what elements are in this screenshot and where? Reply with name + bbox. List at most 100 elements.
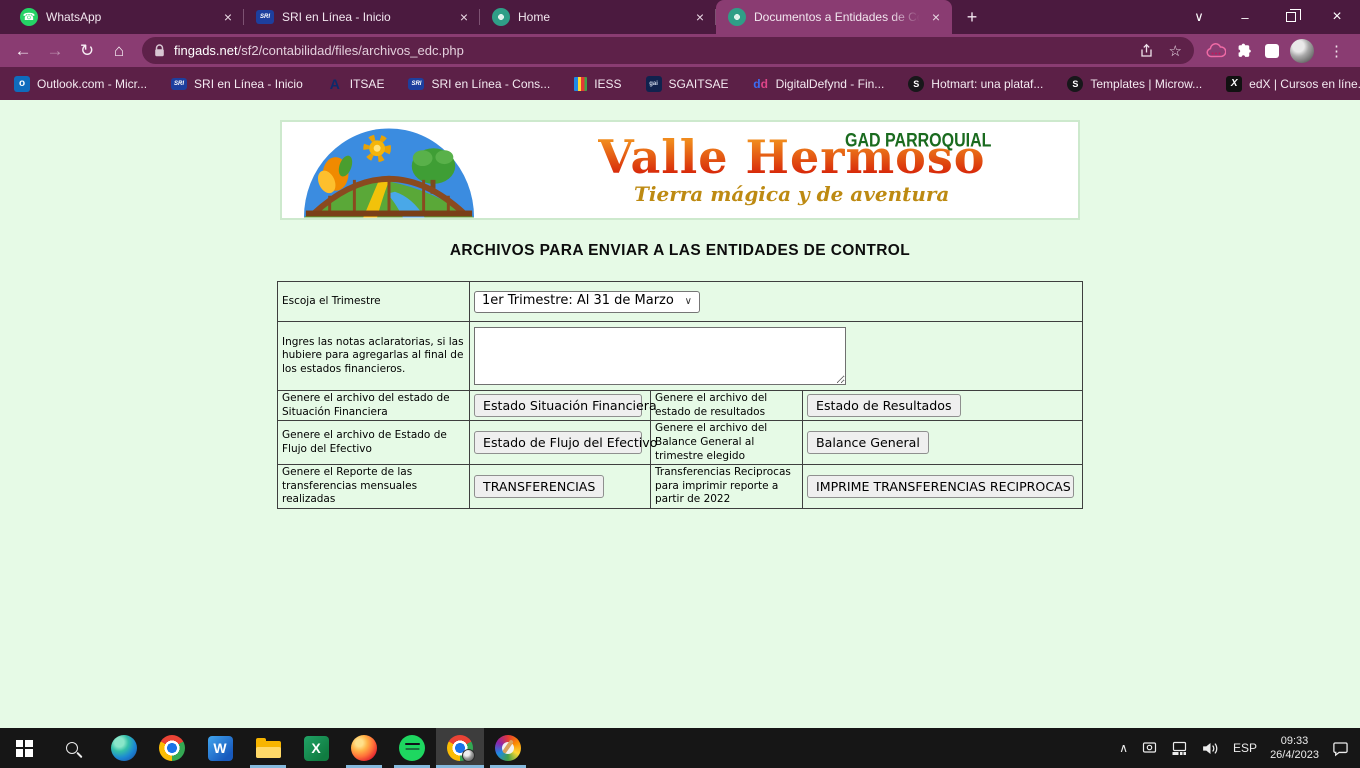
chevron-down-icon: ∨: [685, 295, 692, 308]
firefox-icon: [351, 735, 377, 761]
bookmarks-bar: oOutlook.com - Micr... SRI SRI en Línea -…: [0, 67, 1360, 100]
volume-icon[interactable]: [1201, 741, 1220, 756]
side-panel-icon[interactable]: [1265, 44, 1279, 58]
tab-close-icon[interactable]: ×: [928, 9, 944, 25]
estado-situacion-financiera-button[interactable]: Estado Situación Financiera: [474, 394, 642, 417]
action-center-icon[interactable]: [1332, 740, 1350, 757]
trimester-label: Escoja el Trimestre: [278, 282, 470, 322]
bookmark-label: SRI en Línea - Inicio: [194, 77, 303, 91]
templates-icon: S: [1067, 76, 1083, 92]
valle-hermoso-logo: [300, 122, 478, 218]
extension-cloud-icon[interactable]: [1206, 43, 1226, 58]
tab-sri-inicio[interactable]: SRI SRI en Línea - Inicio ×: [244, 0, 480, 34]
imprime-transferencias-reciprocas-button[interactable]: IMPRIME TRANSFERENCIAS RECIPROCAS: [807, 475, 1074, 498]
bookmark-hotmart[interactable]: SHotmart: una plataf...: [908, 76, 1043, 92]
fingads-favicon-icon: [492, 8, 510, 26]
estado-de-resultados-button[interactable]: Estado de Resultados: [807, 394, 961, 417]
address-bar[interactable]: fingads.net/sf2/contabilidad/files/archi…: [142, 37, 1194, 64]
balance-general-button[interactable]: Balance General: [807, 431, 929, 454]
url-text[interactable]: fingads.net/sf2/contabilidad/files/archi…: [174, 43, 1129, 58]
bookmark-itsae[interactable]: AITSAE: [327, 76, 385, 92]
estado-flujo-efectivo-button[interactable]: Estado de Flujo del Efectivo: [474, 431, 642, 454]
itsae-icon: A: [327, 76, 343, 92]
reload-button[interactable]: ↻: [72, 37, 102, 65]
edge-icon: [111, 735, 137, 761]
taskbar-explorer-button[interactable]: [244, 728, 292, 768]
bookmark-outlook[interactable]: oOutlook.com - Micr...: [14, 76, 147, 92]
url-domain: fingads.net: [174, 43, 238, 58]
taskbar-chrome-active-button[interactable]: [436, 728, 484, 768]
new-tab-button[interactable]: +: [958, 3, 986, 31]
notes-textarea[interactable]: [474, 327, 846, 385]
tab-home[interactable]: Home ×: [480, 0, 716, 34]
taskbar-paint-button[interactable]: [484, 728, 532, 768]
taskbar-spotify-button[interactable]: [388, 728, 436, 768]
notes-label: Ingres las notas aclaratorias, si las hu…: [278, 322, 470, 391]
bookmark-templates[interactable]: S Templates | Microw...: [1067, 76, 1202, 92]
tab-title: WhatsApp: [46, 10, 212, 24]
system-tray: ∧ ESP 09:33 26/4/2023: [1119, 734, 1360, 763]
taskbar-excel-button[interactable]: X: [292, 728, 340, 768]
extensions-area: ⋮: [1202, 39, 1352, 63]
taskbar-clock[interactable]: 09:33 26/4/2023: [1270, 734, 1319, 763]
tab-whatsapp[interactable]: ☎ WhatsApp ×: [8, 0, 244, 34]
bookmark-iess[interactable]: IESS: [574, 77, 621, 91]
transferencias-button[interactable]: TRANSFERENCIAS: [474, 475, 604, 498]
tab-title: Documentos a Entidades de Cont: [754, 10, 920, 24]
row-label: Genere el archivo de Estado de Flujo del…: [278, 421, 470, 465]
bookmark-digitaldefynd[interactable]: ddDigitalDefynd - Fin...: [753, 76, 885, 92]
network-icon[interactable]: [1171, 740, 1188, 756]
sri-icon: SRI: [171, 78, 187, 90]
profile-avatar[interactable]: [1290, 39, 1314, 63]
taskbar-edge-button[interactable]: [100, 728, 148, 768]
screen-cast-icon[interactable]: [1141, 740, 1158, 756]
browser-tab-strip: ☎ WhatsApp × SRI SRI en Línea - Inicio ×…: [0, 0, 1360, 34]
row-label: Genere el archivo del estado de resultad…: [651, 391, 803, 421]
back-button[interactable]: ←: [8, 37, 38, 65]
start-button[interactable]: [0, 728, 48, 768]
row-label: Genere el archivo del estado de Situació…: [278, 391, 470, 421]
restore-button[interactable]: [1268, 0, 1314, 34]
tab-close-icon[interactable]: ×: [456, 9, 472, 25]
bookmark-label: Templates | Microw...: [1090, 77, 1202, 91]
taskbar-word-button[interactable]: W: [196, 728, 244, 768]
language-indicator[interactable]: ESP: [1233, 741, 1257, 755]
bookmark-edx[interactable]: XedX | Cursos en líne...: [1226, 76, 1360, 92]
tab-search-chevron-icon[interactable]: ∨: [1176, 0, 1222, 34]
tab-documentos-active[interactable]: Documentos a Entidades de Cont ×: [716, 0, 952, 34]
bookmark-label: SRI en Línea - Cons...: [431, 77, 550, 91]
excel-icon: X: [304, 736, 329, 761]
row-label: Transferencias Reciprocas para imprimir …: [651, 465, 803, 509]
table-row: Genere el Reporte de las transferencias …: [278, 465, 1083, 509]
minimize-button[interactable]: –: [1222, 0, 1268, 34]
taskbar-chrome-pinned-button[interactable]: [148, 728, 196, 768]
table-row: Genere el archivo del estado de Situació…: [278, 391, 1083, 421]
bookmark-star-icon[interactable]: ☆: [1169, 42, 1182, 60]
browser-menu-icon[interactable]: ⋮: [1325, 42, 1348, 60]
forward-button[interactable]: →: [40, 37, 70, 65]
bookmark-sri-inicio[interactable]: SRI SRI en Línea - Inicio: [171, 77, 303, 91]
tab-close-icon[interactable]: ×: [220, 9, 236, 25]
tab-title: SRI en Línea - Inicio: [282, 10, 448, 24]
tray-expand-icon[interactable]: ∧: [1119, 741, 1128, 755]
bookmark-label: SGAITSAE: [669, 77, 729, 91]
lock-icon: [154, 44, 165, 57]
taskbar-search-button[interactable]: [48, 728, 96, 768]
trimester-select[interactable]: 1er Trimestre: Al 31 de Marzo ∨: [474, 291, 700, 313]
url-path: /sf2/contabilidad/files/archivos_edc.php: [238, 43, 464, 58]
home-button[interactable]: ⌂: [104, 37, 134, 65]
sri-icon: SRI: [408, 78, 424, 90]
profile-badge: [462, 749, 475, 762]
share-icon[interactable]: [1138, 43, 1155, 59]
bookmark-sgaitsae[interactable]: gaiSGAITSAE: [646, 76, 729, 92]
extensions-puzzle-icon[interactable]: [1237, 42, 1254, 59]
taskbar-firefox-button[interactable]: [340, 728, 388, 768]
bookmark-label: Outlook.com - Micr...: [37, 77, 147, 91]
tab-close-icon[interactable]: ×: [692, 9, 708, 25]
bookmark-sri-consultas[interactable]: SRI SRI en Línea - Cons...: [408, 77, 550, 91]
table-row: Genere el archivo de Estado de Flujo del…: [278, 421, 1083, 465]
browser-toolbar: ← → ↻ ⌂ fingads.net/sf2/contabilidad/fil…: [0, 34, 1360, 67]
close-window-button[interactable]: ×: [1314, 0, 1360, 34]
clock-date: 26/4/2023: [1270, 748, 1319, 762]
table-row: Ingres las notas aclaratorias, si las hu…: [278, 322, 1083, 391]
